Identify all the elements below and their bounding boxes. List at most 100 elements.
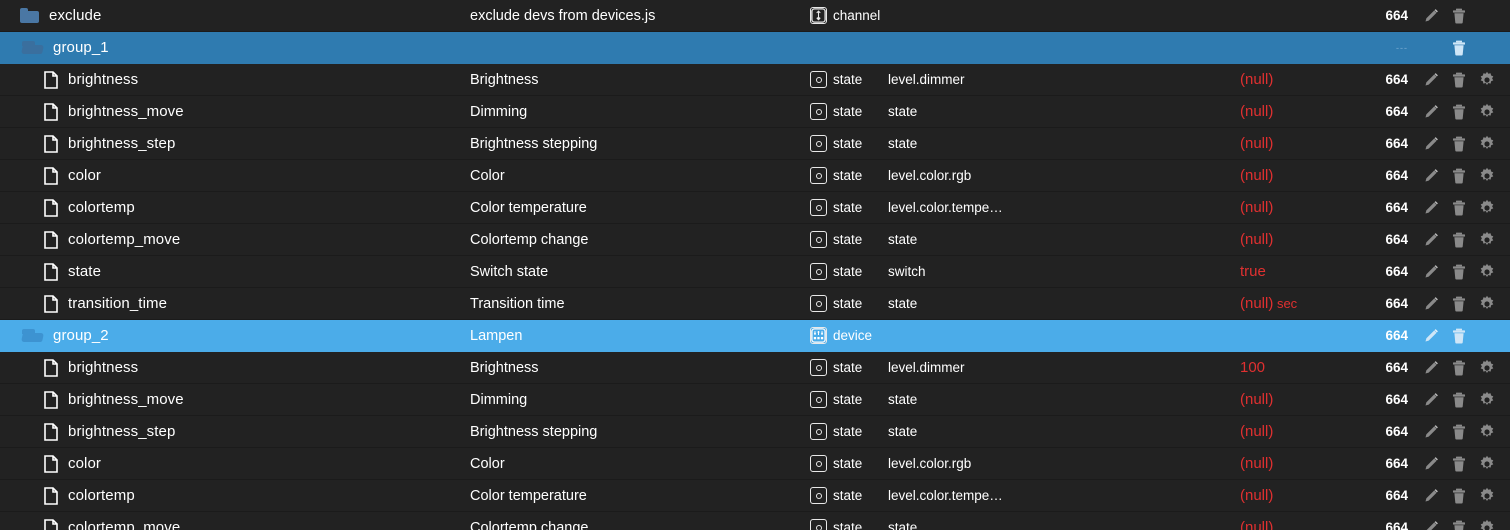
cell-number: 664 (1385, 328, 1408, 343)
edit-icon[interactable] (1422, 167, 1440, 185)
table-row[interactable]: brightness_move Dimming state state (null) 66… (0, 384, 1510, 416)
edit-icon[interactable] (1422, 263, 1440, 281)
delete-icon[interactable] (1450, 295, 1468, 313)
delete-icon[interactable] (1450, 135, 1468, 153)
state-icon (810, 391, 827, 408)
cell-role: state (810, 391, 880, 408)
table-row[interactable]: exclude exclude devs from devices.js chann… (0, 0, 1510, 32)
settings-icon[interactable] (1478, 199, 1496, 217)
cell-number: 664 (1385, 520, 1408, 530)
delete-icon[interactable] (1450, 39, 1468, 57)
state-icon (810, 423, 827, 440)
role-label: state (833, 200, 863, 215)
delete-icon[interactable] (1450, 423, 1468, 441)
table-row[interactable]: state Switch state state switch true 664 (0, 256, 1510, 288)
table-row[interactable]: brightness Brightness state level.dimmer (nu… (0, 64, 1510, 96)
edit-icon[interactable] (1422, 487, 1440, 505)
delete-icon[interactable] (1450, 231, 1468, 249)
delete-icon[interactable] (1450, 391, 1468, 409)
table-row[interactable]: transition_time Transition time state state… (0, 288, 1510, 320)
edit-icon[interactable] (1422, 455, 1440, 473)
delete-icon[interactable] (1450, 71, 1468, 89)
delete-icon[interactable] (1450, 455, 1468, 473)
cell-role: state (810, 167, 880, 184)
delete-icon[interactable] (1450, 7, 1468, 25)
cell-actions (1408, 7, 1510, 25)
value-text: (null) (1240, 71, 1274, 88)
table-row[interactable]: colortemp Color temperature state level.col… (0, 192, 1510, 224)
settings-icon[interactable] (1478, 391, 1496, 409)
table-row[interactable]: group_2 Lampen device 664 (0, 320, 1510, 352)
settings-icon[interactable] (1478, 423, 1496, 441)
edit-icon[interactable] (1422, 199, 1440, 217)
table-row[interactable]: brightness_step Brightness stepping state s… (0, 416, 1510, 448)
settings-icon[interactable] (1478, 71, 1496, 89)
delete-icon[interactable] (1450, 327, 1468, 345)
edit-icon[interactable] (1422, 519, 1440, 530)
row-name-label: brightness_move (68, 391, 184, 408)
settings-icon[interactable] (1478, 167, 1496, 185)
cell-type: level.dimmer (888, 72, 965, 87)
edit-icon[interactable] (1422, 391, 1440, 409)
role-label: state (833, 264, 863, 279)
edit-icon[interactable] (1422, 7, 1440, 25)
edit-icon[interactable] (1422, 327, 1440, 345)
cell-type: level.color.rgb (888, 168, 972, 183)
cell-number: 664 (1385, 136, 1408, 151)
delete-icon[interactable] (1450, 519, 1468, 530)
state-icon (810, 103, 827, 120)
table-row[interactable]: colortemp_move Colortemp change state state… (0, 512, 1510, 530)
settings-icon[interactable] (1478, 295, 1496, 313)
edit-icon[interactable] (1422, 231, 1440, 249)
delete-icon[interactable] (1450, 487, 1468, 505)
settings-icon[interactable] (1478, 135, 1496, 153)
settings-icon[interactable] (1478, 519, 1496, 530)
table-row[interactable]: colortemp Color temperature state level.col… (0, 480, 1510, 512)
delete-icon[interactable] (1450, 199, 1468, 217)
role-label: state (833, 360, 863, 375)
folder-closed-icon (20, 8, 39, 23)
edit-icon[interactable] (1422, 359, 1440, 377)
role-label: state (833, 424, 863, 439)
cell-description: Lampen (470, 327, 523, 344)
cell-actions (1408, 519, 1510, 530)
table-row[interactable]: brightness_move Dimming state state (null) 66… (0, 96, 1510, 128)
settings-icon[interactable] (1478, 359, 1496, 377)
settings-icon[interactable] (1478, 103, 1496, 121)
cell-number: 664 (1385, 488, 1408, 503)
table-row[interactable]: brightness Brightness state level.dimmer 100… (0, 352, 1510, 384)
delete-icon[interactable] (1450, 167, 1468, 185)
cell-number: 664 (1385, 104, 1408, 119)
edit-icon[interactable] (1422, 423, 1440, 441)
folder-open-icon (21, 40, 44, 55)
value-text: (null) (1240, 167, 1274, 184)
cell-name: exclude (0, 7, 470, 24)
edit-icon[interactable] (1422, 71, 1440, 89)
cell-description: Color (470, 455, 505, 472)
edit-icon[interactable] (1422, 135, 1440, 153)
state-icon (810, 487, 827, 504)
settings-icon[interactable] (1478, 263, 1496, 281)
object-tree-table[interactable]: exclude exclude devs from devices.js chann… (0, 0, 1510, 530)
delete-icon[interactable] (1450, 103, 1468, 121)
table-row[interactable]: group_1 --- (0, 32, 1510, 64)
cell-description: exclude devs from devices.js (470, 7, 656, 24)
cell-type: state (888, 104, 918, 119)
file-icon (44, 70, 58, 89)
cell-role: state (810, 519, 880, 530)
cell-type: level.color.tempe… (888, 200, 1003, 215)
delete-icon[interactable] (1450, 359, 1468, 377)
role-label: state (833, 168, 863, 183)
cell-name: colortemp (0, 198, 470, 217)
settings-icon[interactable] (1478, 455, 1496, 473)
delete-icon[interactable] (1450, 263, 1468, 281)
table-row[interactable]: colortemp_move Colortemp change state state… (0, 224, 1510, 256)
settings-icon[interactable] (1478, 487, 1496, 505)
table-row[interactable]: brightness_step Brightness stepping state s… (0, 128, 1510, 160)
edit-icon[interactable] (1422, 295, 1440, 313)
edit-icon[interactable] (1422, 103, 1440, 121)
settings-icon[interactable] (1478, 231, 1496, 249)
table-row[interactable]: color Color state level.color.rgb (null) 664 (0, 448, 1510, 480)
table-row[interactable]: color Color state level.color.rgb (null) 664 (0, 160, 1510, 192)
cell-actions (1408, 391, 1510, 409)
